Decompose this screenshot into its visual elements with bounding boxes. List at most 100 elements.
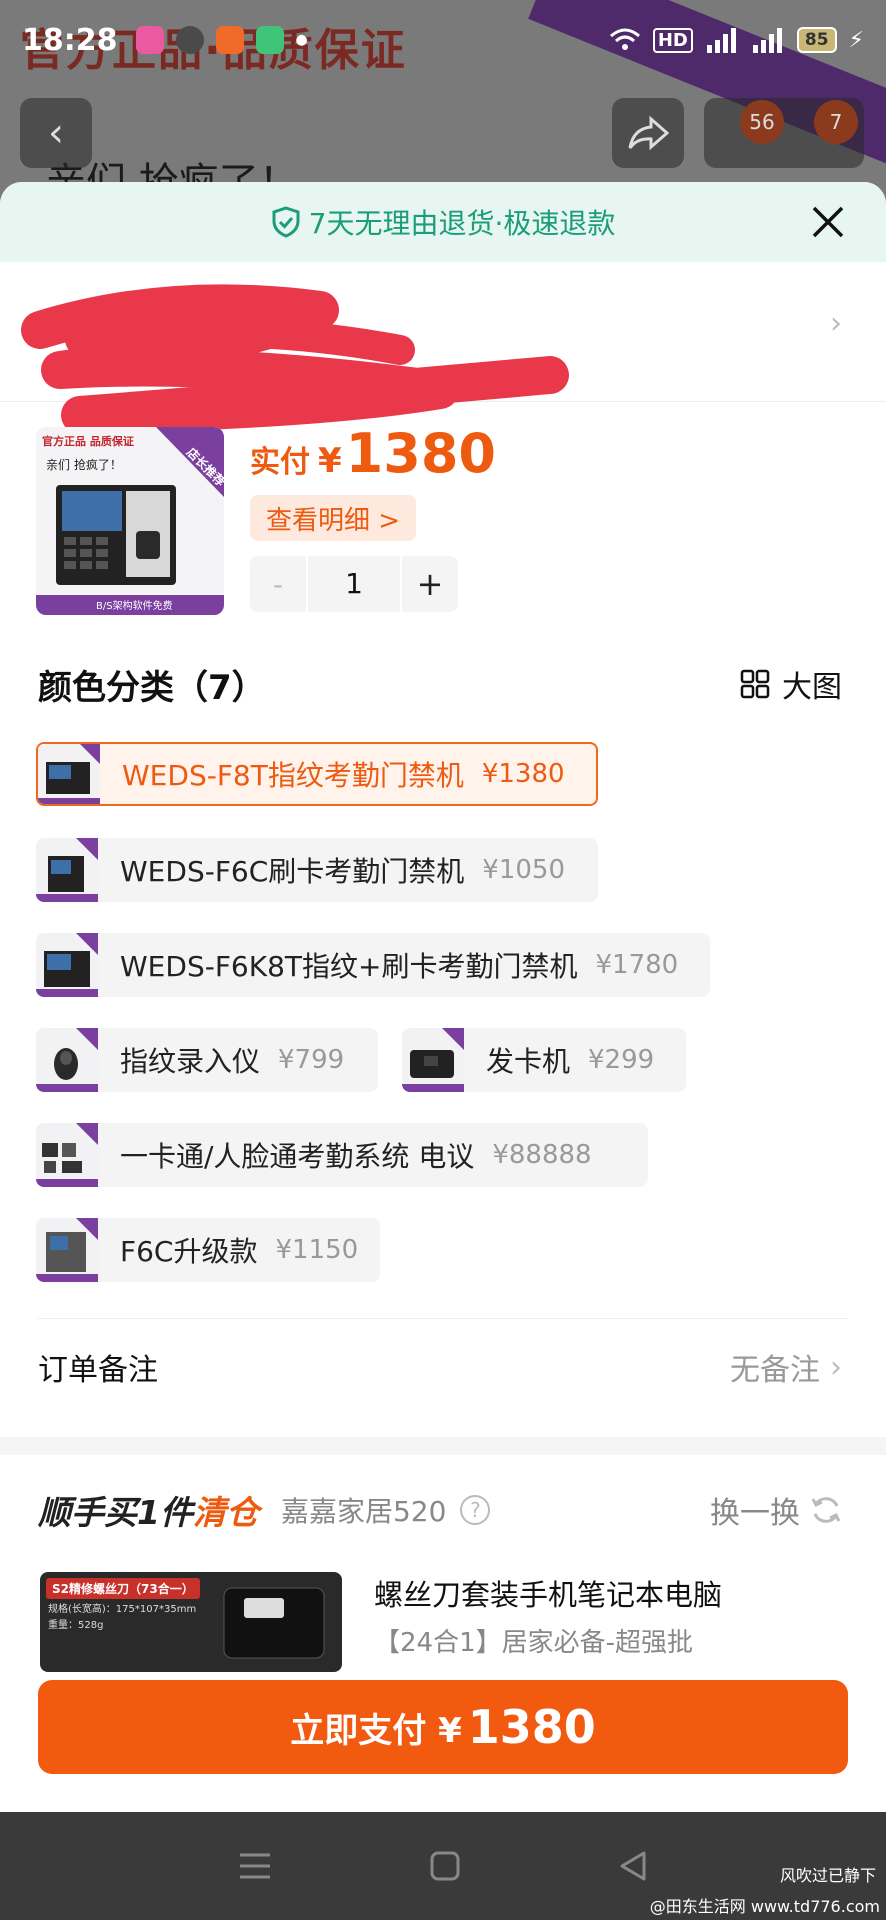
variant-option[interactable]: 一卡通/人脸通考勤系统 电议 ¥88888 (36, 1123, 648, 1187)
variant-price: ¥1150 (275, 1235, 359, 1265)
swap-button[interactable]: 换一换 (710, 1488, 842, 1532)
close-icon[interactable] (806, 200, 850, 244)
pay-button-amount: 1380 (467, 1700, 596, 1754)
variant-thumb (36, 1028, 98, 1092)
variant-name: 一卡通/人脸通考勤系统 电议 (120, 1140, 475, 1173)
guarantee-banner: 7天无理由退货·极速退款 (0, 182, 886, 262)
variant-price: ¥1380 (481, 759, 565, 789)
view-detail-button[interactable]: 查看明细 > (250, 495, 417, 541)
promo-item-image[interactable]: S2精修螺丝刀（73合一） 规格(长宽高)：175*107*35mm 重量：52… (40, 1572, 342, 1672)
variant-price: ¥1780 (595, 950, 679, 980)
promo-title: 顺手买1件 (38, 1493, 193, 1532)
cart-badge: 56 (740, 100, 784, 144)
total-price: 1380 (345, 422, 496, 485)
watermark-line2: @田东生活网 www.td776.com (649, 1897, 880, 1916)
dot-icon: ● (295, 32, 308, 48)
charging-icon: ⚡ (848, 27, 864, 53)
variant-thumb (36, 1123, 98, 1187)
chevron-right-icon: › (830, 306, 842, 341)
variant-option[interactable]: WEDS-F6C刷卡考勤门禁机 ¥1050 (36, 838, 598, 902)
product-thumbnail[interactable]: 官方正品 品质保证 店长推荐 亲们 抢疯了！ B/S架构软件免费 (36, 427, 224, 615)
variant-thumb (402, 1028, 464, 1092)
status-time: 18:28 (22, 22, 118, 58)
variant-price: ¥299 (588, 1045, 655, 1075)
product-image: 官方正品 品质保证 店长推荐 亲们 抢疯了！ B/S架构软件免费 (36, 427, 224, 615)
product-image-footer: B/S架构软件免费 (96, 599, 173, 612)
message-badge: 7 (814, 100, 858, 144)
signal-icon-2 (752, 28, 782, 53)
hd-icon: HD (652, 27, 693, 53)
share-icon (628, 115, 669, 151)
big-image-toggle[interactable]: 大图 (740, 662, 842, 706)
promo-item-subtitle: 【24合1】居家必备-超强批 (374, 1628, 694, 1658)
battery-level: 85 (796, 27, 837, 53)
grid-icon (740, 669, 770, 699)
divider (38, 1318, 848, 1319)
variant-name: 发卡机 (486, 1045, 571, 1078)
variant-option[interactable]: 发卡机 ¥299 (402, 1028, 686, 1092)
share-button[interactable] (612, 98, 684, 168)
promo-image-spec: 规格(长宽高)：175*107*35mm 重量：528g (48, 1602, 196, 1634)
guarantee-text: 7天无理由退货·极速退款 (308, 207, 616, 240)
quantity-stepper: - 1 + (250, 556, 458, 612)
redacted-address-scribble (21, 284, 569, 430)
decrease-button[interactable]: - (250, 568, 306, 601)
help-icon[interactable]: ? (460, 1495, 491, 1525)
variant-name: WEDS-F6C刷卡考勤门禁机 (120, 855, 465, 888)
home-icon[interactable] (429, 1850, 461, 1882)
watermark-line1: 风吹过已静下 (779, 1866, 876, 1885)
promo-shop-name[interactable]: 嘉嘉家居520 (281, 1490, 446, 1530)
swap-label: 换一换 (710, 1496, 800, 1531)
variant-thumb (38, 744, 100, 804)
variant-thumb (36, 1218, 98, 1282)
back-button[interactable]: ‹ (20, 98, 92, 168)
shield-check-icon (271, 206, 301, 238)
promo-title-highlight: 清仓 (192, 1493, 259, 1532)
order-note-value-wrap: 无备注 › (730, 1345, 842, 1389)
chevron-right-icon: › (830, 1349, 842, 1385)
variant-name: WEDS-F6K8T指纹+刷卡考勤门禁机 (120, 950, 578, 983)
address-row[interactable]: › (0, 262, 886, 430)
variant-name: F6C升级款 (120, 1235, 258, 1268)
big-image-label: 大图 (782, 670, 842, 705)
variant-option[interactable]: 指纹录入仪 ¥799 (36, 1028, 378, 1092)
phone-icon (255, 26, 284, 54)
promo-item-title[interactable]: 螺丝刀套装手机笔记本电脑 (374, 1572, 722, 1614)
toolkit-graphic (223, 1587, 325, 1659)
status-right: HD 85 ⚡ (609, 27, 864, 53)
price-line: 实付 ¥ 1380 (250, 422, 496, 485)
variant-name: 指纹录入仪 (120, 1045, 261, 1078)
pay-label: 实付 (250, 445, 310, 480)
promo-header: 顺手买1件 清仓 嘉嘉家居520 ? 换一换 (38, 1482, 842, 1538)
order-note-row[interactable]: 订单备注 无备注 › (38, 1337, 842, 1397)
pay-now-button[interactable]: 立即支付 ¥ 1380 (38, 1680, 848, 1774)
wechat-icon (175, 26, 204, 54)
product-image-banner: 官方正品 品质保证 (42, 434, 134, 448)
promo-image-spec-size: 规格(长宽高)：175*107*35mm (48, 1604, 197, 1615)
variant-thumb (36, 838, 98, 902)
currency-symbol: ¥ (318, 441, 342, 481)
section-gap (0, 1437, 886, 1455)
variant-option[interactable]: F6C升级款 ¥1150 (36, 1218, 380, 1282)
variant-option[interactable]: WEDS-F6K8T指纹+刷卡考勤门禁机 ¥1780 (36, 933, 710, 997)
back-nav-icon[interactable] (618, 1850, 648, 1882)
status-bar: 18:28 ● HD 85 ⚡ (0, 0, 886, 80)
menu-icon[interactable] (238, 1851, 272, 1881)
refresh-icon (811, 1497, 841, 1523)
variant-price: ¥88888 (492, 1140, 592, 1170)
order-note-label: 订单备注 (38, 1353, 158, 1388)
promo-image-tag: S2精修螺丝刀（73合一） (46, 1578, 200, 1599)
app-icon (215, 26, 244, 54)
variant-section-title: 颜色分类（7） (38, 668, 266, 708)
order-note-value: 无备注 (730, 1353, 820, 1388)
bilibili-icon (135, 26, 164, 54)
wifi-icon (609, 28, 640, 50)
increase-button[interactable]: + (402, 565, 458, 603)
promo-image-spec-weight: 重量：528g (48, 1620, 104, 1631)
variant-price: ¥1050 (482, 855, 566, 885)
checkout-sheet: 7天无理由退货·极速退款 › 官方正品 品质保证 店长推荐 亲们 抢疯了！ B/… (0, 182, 886, 1812)
quantity-value[interactable]: 1 (306, 556, 402, 612)
variant-option[interactable]: WEDS-F8T指纹考勤门禁机 ¥1380 (36, 742, 598, 806)
product-image-handwriting: 亲们 抢疯了！ (46, 457, 122, 472)
variant-name: WEDS-F8T指纹考勤门禁机 (122, 759, 464, 792)
